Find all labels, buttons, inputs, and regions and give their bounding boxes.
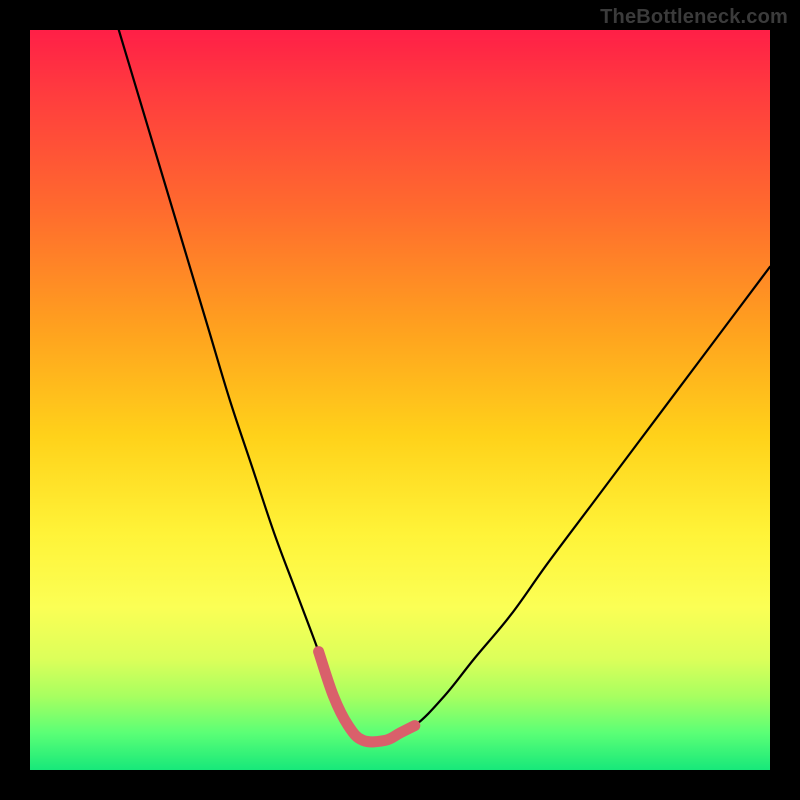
watermark-label: TheBottleneck.com [600, 6, 788, 29]
chart-frame: TheBottleneck.com [0, 0, 800, 800]
plot-area [30, 30, 770, 770]
sweet-spot-highlight-path [319, 652, 415, 742]
bottleneck-curve-path [119, 30, 770, 742]
curve-svg [30, 30, 770, 770]
